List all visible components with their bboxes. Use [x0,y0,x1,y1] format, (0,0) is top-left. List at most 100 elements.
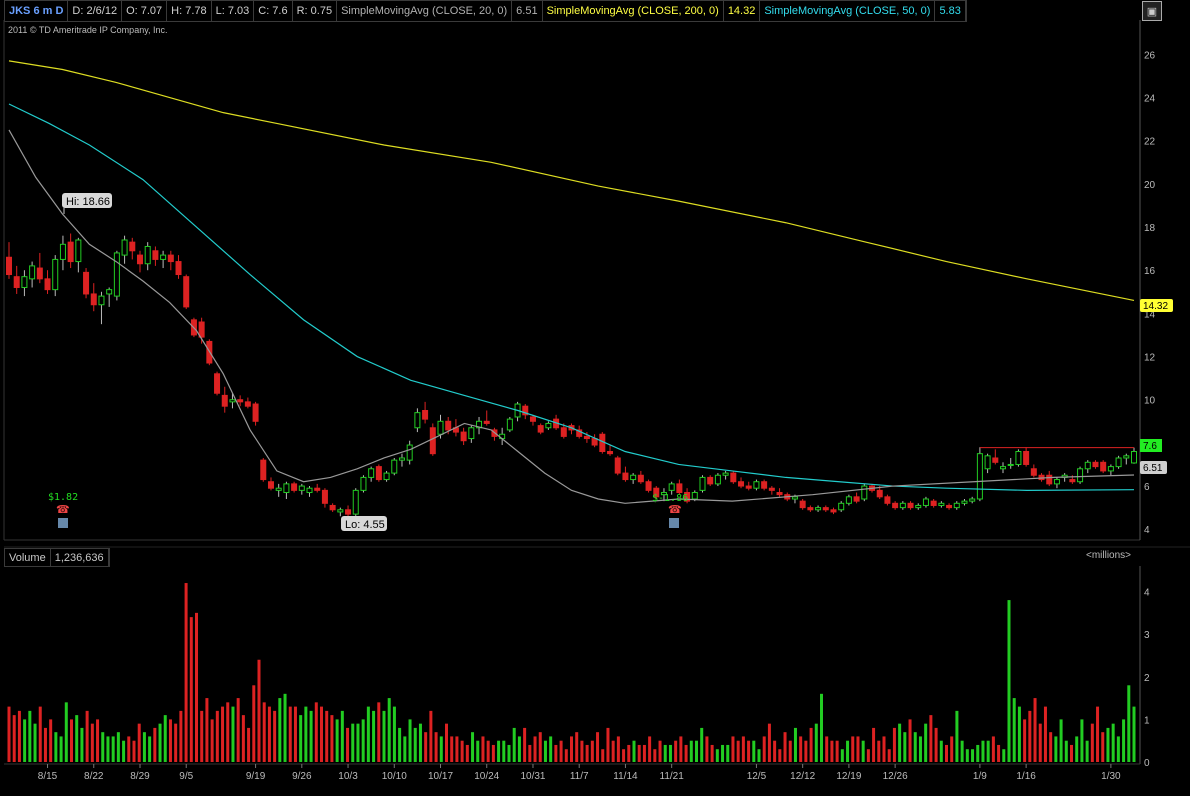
candle [306,486,313,497]
volume-bar [38,706,42,762]
candle [59,235,66,271]
volume-bar [580,740,584,762]
candle [992,449,999,465]
earnings-marker-1[interactable]: $1.82 ☎ [48,492,78,528]
candle [406,440,413,465]
date-tick-label: 10/17 [428,771,453,782]
volume-bar [80,727,84,762]
candle [283,481,290,499]
volume-bar [75,715,79,762]
volume-bar [1116,736,1120,762]
phone-icon: ☎ [56,504,70,516]
volume-bar [846,740,850,762]
lo-label: Lo: 4.55 [345,519,385,531]
volume-bar [554,744,558,762]
volume-bar [28,710,32,762]
volume-bar [861,740,865,762]
volume-label[interactable]: Volume [5,549,51,566]
volume-bar [195,612,198,762]
volume-bar [976,744,980,762]
volume-bar [616,736,620,762]
volume-bar [445,723,448,762]
volume-bar [325,710,329,762]
sma20-line [8,129,1135,504]
volume-bar [304,706,308,762]
date-tick-label: 1/9 [973,771,987,782]
volume-bar [231,706,235,762]
volume-bar [945,744,948,762]
volume-bar [851,736,855,762]
volume-bar [283,693,287,762]
candle [1100,460,1107,474]
date-tick-label: 12/19 [836,771,861,782]
candle [314,483,321,493]
candle [1107,464,1114,476]
earnings-marker-2[interactable]: $-1.86 ☎ [652,493,688,528]
volume-bar [549,736,553,762]
volume-bar [778,749,782,762]
price-tick-label: 24 [1144,94,1156,105]
candle [167,250,174,271]
volume-bar [507,744,511,762]
candle [946,503,953,510]
volume-bar [538,732,542,762]
candle [136,250,143,273]
date-tick-label: 9/26 [292,771,312,782]
candle [483,410,490,426]
volume-bar [43,727,47,762]
volume-bar [528,744,532,762]
candle [861,483,868,502]
candle [52,255,59,297]
date-tick-label: 10/24 [474,771,499,782]
earnings-value-2: $-1.86 [652,493,688,504]
candle [915,503,922,510]
volume-bar [497,740,501,762]
price-tick-label: 22 [1144,137,1156,148]
candle [345,505,352,518]
volume-bar [913,732,917,762]
volume-bar [736,740,740,762]
candle [152,246,159,266]
volume-bar [622,749,626,762]
candle [1084,460,1091,474]
candle [807,505,814,512]
volume-bar [158,723,162,762]
price-tick-label: 18 [1144,223,1156,234]
candle [113,250,120,301]
candle [175,255,182,279]
volume-bar [502,740,506,762]
volume-bar [49,719,53,762]
candle [337,507,344,517]
date-tick-label: 12/5 [747,771,767,782]
price-volume-chart[interactable]: 468101214161820222426 01234 8/158/228/29… [0,0,1190,796]
volume-bar [1038,723,1042,762]
candle [892,501,899,510]
candle [1000,462,1007,474]
hi-label: Hi: 18.66 [66,196,110,208]
candle [884,494,891,506]
candle [221,386,228,413]
volume-tick-label: 1 [1144,715,1150,726]
volume-bar [903,732,907,762]
candle [969,496,976,504]
volume-bar [132,740,136,762]
volume-bar [1023,719,1027,762]
candle [730,470,737,484]
volume-bar [23,719,27,762]
volume-bar [684,744,688,762]
volume-bar [1017,706,1021,762]
volume-bar [252,685,256,762]
candle [21,270,28,297]
volume-bar [351,723,355,762]
volume-bar [330,715,334,762]
volume-bar [929,715,933,762]
volume-bar [1043,706,1047,762]
volume-bar [523,727,527,762]
candle [799,498,806,510]
volume-bar [356,723,360,762]
volume-bar [757,749,761,762]
candle [422,401,429,424]
date-tick-label: 10/3 [338,771,358,782]
candle [853,492,860,504]
volume-bar [866,749,870,762]
